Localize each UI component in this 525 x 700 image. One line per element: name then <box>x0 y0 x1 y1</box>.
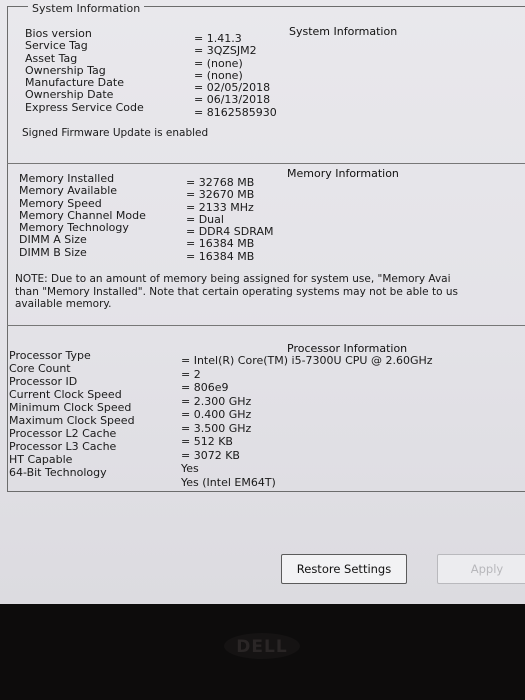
memory-note-line-1: NOTE: Due to an amount of memory being a… <box>15 273 451 285</box>
processor-section-divider <box>7 325 525 326</box>
memory-section-divider <box>7 163 525 164</box>
label-core-count: Core Count <box>9 362 71 375</box>
value-dimm-a-size: = 16384 MB <box>186 237 255 251</box>
value-core-count: = 2 <box>181 367 201 381</box>
system-labels: Bios version Service Tag Asset Tag Owner… <box>25 27 144 114</box>
processor-values: = Intel(R) Core(TM) i5-7300U CPU @ 2.60G… <box>181 354 433 489</box>
label-ht-capable: HT Capable <box>9 453 73 466</box>
apply-button[interactable]: Apply <box>437 554 525 584</box>
label-processor-type: Processor Type <box>9 349 91 362</box>
system-values: = 1.41.3 = 3QZSJM2 = (none) = (none) = 0… <box>194 32 277 119</box>
label-current-clock-speed: Current Clock Speed <box>9 388 122 401</box>
value-dimm-b-size: = 16384 MB <box>186 249 255 263</box>
bios-screen: System Information System Information Bi… <box>0 0 525 604</box>
label-express-service-code: Express Service Code <box>25 100 144 114</box>
memory-labels: Memory Installed Memory Available Memory… <box>19 172 146 259</box>
value-processor-type: = Intel(R) Core(TM) i5-7300U CPU @ 2.60G… <box>181 354 433 367</box>
value-maximum-clock-speed: = 3.500 GHz <box>181 421 252 435</box>
value-processor-id: = 806e9 <box>181 381 229 394</box>
memory-information-header: Memory Information <box>287 167 399 180</box>
label-minimum-clock-speed: Minimum Clock Speed <box>9 401 132 414</box>
firmware-update-status: Signed Firmware Update is enabled <box>22 127 209 139</box>
value-current-clock-speed: = 2.300 GHz <box>181 394 252 408</box>
label-dimm-a-size: DIMM A Size <box>19 233 87 247</box>
system-information-header: System Information <box>289 25 398 38</box>
memory-values: = 32768 MB = 32670 MB = 2133 MHz = Dual … <box>186 176 273 263</box>
label-processor-id: Processor ID <box>9 375 78 388</box>
restore-settings-button[interactable]: Restore Settings <box>281 554 407 584</box>
processor-labels: Processor Type Core Count Processor ID C… <box>9 349 135 479</box>
svg-text:DELL: DELL <box>236 637 287 657</box>
label-service-tag: Service Tag <box>25 39 88 53</box>
value-processor-l3-cache: = 3072 KB <box>181 448 240 462</box>
memory-note-line-3: available memory. <box>15 298 112 310</box>
memory-note: NOTE: Due to an amount of memory being a… <box>15 273 458 311</box>
label-maximum-clock-speed: Maximum Clock Speed <box>9 414 135 427</box>
label-ownership-date: Ownership Date <box>25 88 114 102</box>
value-service-tag: = 3QZSJM2 <box>194 44 257 58</box>
value-ht-capable: Yes <box>181 462 199 475</box>
value-64bit-technology: Yes (Intel EM64T) <box>181 475 276 489</box>
label-processor-l2-cache: Processor L2 Cache <box>9 427 117 440</box>
label-dimm-b-size: DIMM B Size <box>19 245 87 259</box>
dell-logo-icon: DELL <box>222 631 302 661</box>
memory-note-line-2: than "Memory Installed". Note that certa… <box>15 285 458 298</box>
value-memory-available: = 32670 MB <box>186 188 255 202</box>
label-processor-l3-cache: Processor L3 Cache <box>9 440 117 453</box>
value-processor-l2-cache: = 512 KB <box>181 435 233 448</box>
group-title: System Information <box>28 3 145 15</box>
label-64bit-technology: 64-Bit Technology <box>9 466 107 479</box>
value-ownership-date: = 06/13/2018 <box>194 93 271 107</box>
value-minimum-clock-speed: = 0.400 GHz <box>181 408 252 421</box>
value-express-service-code: = 8162585930 <box>194 105 277 119</box>
label-memory-available: Memory Available <box>19 184 118 198</box>
